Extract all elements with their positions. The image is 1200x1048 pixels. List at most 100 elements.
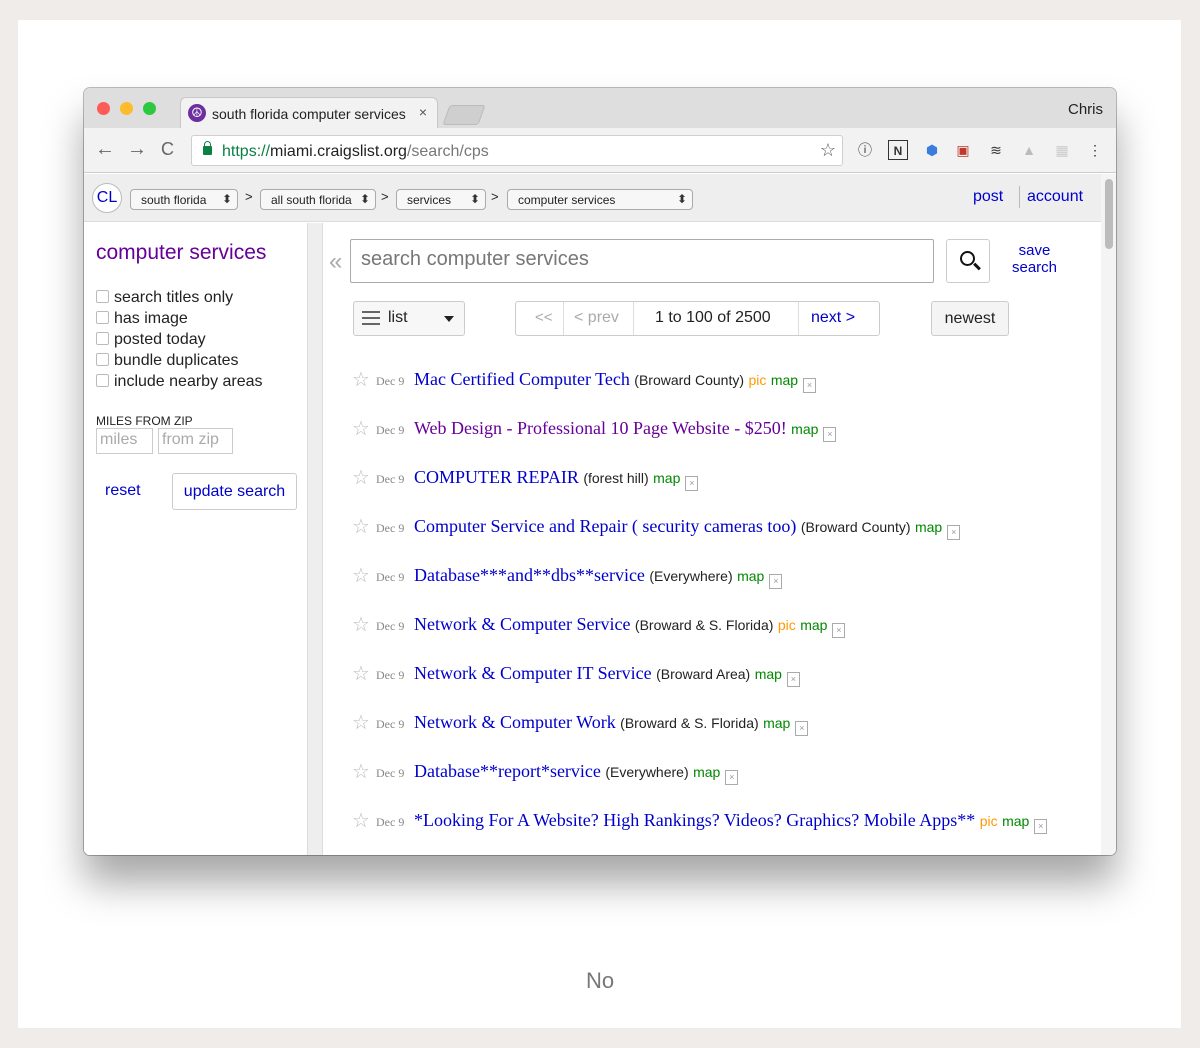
favorite-star-icon[interactable]: ☆ — [352, 418, 370, 440]
hide-listing-icon[interactable]: × — [685, 476, 699, 491]
listing-title-link[interactable]: Database***and**dbs**service — [414, 565, 645, 585]
view-mode-select[interactable]: list — [353, 301, 465, 336]
grid-extension-icon[interactable]: ▦ — [1052, 140, 1072, 160]
listing-title-link[interactable]: *Looking For A Website? High Rankings? V… — [414, 810, 975, 830]
breadcrumb: CL south florida > all south florida > s… — [84, 174, 1101, 222]
map-link[interactable]: map — [800, 617, 827, 633]
favorite-star-icon[interactable]: ☆ — [352, 663, 370, 685]
search-titles-checkbox[interactable]: search titles only — [96, 289, 233, 307]
favorite-star-icon[interactable]: ☆ — [352, 565, 370, 587]
hide-listing-icon[interactable]: × — [769, 574, 783, 589]
area-select[interactable]: south florida — [130, 189, 238, 210]
buffer-extension-icon[interactable]: ≋ — [986, 140, 1006, 160]
map-link[interactable]: map — [737, 568, 764, 584]
listing-body: Network & Computer Work (Broward & S. Fl… — [414, 712, 809, 736]
listing-title-link[interactable]: Computer Service and Repair ( security c… — [414, 516, 796, 536]
posted-today-checkbox[interactable]: posted today — [96, 331, 206, 349]
favorite-star-icon[interactable]: ☆ — [352, 810, 370, 832]
pager-divider — [563, 302, 564, 335]
craigslist-logo[interactable]: CL — [92, 183, 122, 213]
favorite-star-icon[interactable]: ☆ — [352, 761, 370, 783]
map-link[interactable]: map — [771, 372, 798, 388]
search-icon-handle — [973, 262, 981, 271]
favorite-star-icon[interactable]: ☆ — [352, 516, 370, 538]
next-page-button[interactable]: next > — [811, 309, 855, 327]
favorite-star-icon[interactable]: ☆ — [352, 467, 370, 489]
map-link[interactable]: map — [1002, 813, 1029, 829]
hide-listing-icon[interactable]: × — [832, 623, 846, 638]
map-link[interactable]: map — [653, 470, 680, 486]
hide-listing-icon[interactable]: × — [1034, 819, 1048, 834]
listing-location: (Broward County) — [800, 519, 911, 535]
listing-title-link[interactable]: Network & Computer Service — [414, 614, 630, 634]
category-select[interactable]: computer services — [507, 189, 693, 210]
miles-input[interactable]: miles — [96, 428, 153, 454]
listing-title-link[interactable]: Mac Certified Computer Tech — [414, 369, 630, 389]
close-window-button[interactable] — [97, 102, 110, 115]
tab-close-icon[interactable]: × — [419, 104, 427, 120]
scrollbar-thumb[interactable] — [1105, 179, 1113, 249]
new-tab-button[interactable] — [442, 105, 486, 125]
listing-location: (Broward County) — [634, 372, 744, 388]
hide-listing-icon[interactable]: × — [786, 672, 800, 687]
save-search-link[interactable]: save search — [1012, 242, 1057, 276]
browser-tab[interactable]: ☮ south florida computer services × — [180, 97, 438, 128]
sort-newest-button[interactable]: newest — [931, 301, 1009, 336]
zoom-window-button[interactable] — [143, 102, 156, 115]
pdf-extension-icon[interactable]: ▣ — [953, 140, 973, 160]
account-link[interactable]: account — [1027, 188, 1083, 206]
extension-badge-icon[interactable]: ⬢ — [922, 140, 942, 160]
hide-listing-icon[interactable]: × — [947, 525, 961, 540]
notion-extension-icon[interactable]: N — [888, 140, 908, 160]
back-icon[interactable]: ← — [95, 138, 115, 160]
tab-bar: ☮ south florida computer services × Chri… — [84, 88, 1116, 128]
hide-listing-icon[interactable]: × — [725, 770, 739, 785]
info-extension-icon[interactable]: ⓘ — [855, 140, 875, 160]
menu-kebab-icon[interactable]: ⋮ — [1085, 140, 1105, 160]
listing-title-link[interactable]: COMPUTER REPAIR — [414, 467, 579, 487]
reload-icon[interactable]: C — [161, 138, 174, 160]
browser-window: ☮ south florida computer services × Chri… — [84, 88, 1116, 855]
map-link[interactable]: map — [763, 715, 790, 731]
listing-title-link[interactable]: Network & Computer IT Service — [414, 663, 652, 683]
update-search-button[interactable]: update search — [172, 473, 297, 510]
map-link[interactable]: map — [915, 519, 942, 535]
bookmark-star-icon[interactable]: ☆ — [820, 140, 836, 161]
has-image-checkbox[interactable]: has image — [96, 310, 188, 328]
search-input[interactable]: search computer services — [350, 239, 934, 283]
prev-page-button[interactable]: < prev — [574, 309, 619, 327]
listing-title-link[interactable]: Web Design - Professional 10 Page Websit… — [414, 418, 787, 438]
zip-input[interactable]: from zip — [158, 428, 233, 454]
favorite-star-icon[interactable]: ☆ — [352, 712, 370, 734]
subarea-select[interactable]: all south florida — [260, 189, 376, 210]
search-button[interactable] — [946, 239, 990, 283]
map-link[interactable]: map — [693, 764, 720, 780]
bundle-duplicates-checkbox[interactable]: bundle duplicates — [96, 352, 239, 370]
map-link[interactable]: map — [791, 421, 818, 437]
section-select[interactable]: services — [396, 189, 486, 210]
first-page-button[interactable]: << — [535, 309, 553, 326]
favorite-star-icon[interactable]: ☆ — [352, 369, 370, 391]
post-link[interactable]: post — [973, 188, 1003, 206]
hide-listing-icon[interactable]: × — [795, 721, 809, 736]
forward-icon[interactable]: → — [127, 138, 147, 160]
tab-title: south florida computer services — [212, 106, 406, 122]
drive-extension-icon[interactable]: ▲ — [1019, 140, 1039, 160]
hide-listing-icon[interactable]: × — [823, 427, 837, 442]
listing-title-link[interactable]: Database**report*service — [414, 761, 601, 781]
listing-location: (Everywhere) — [649, 568, 733, 584]
listing-title-link[interactable]: Network & Computer Work — [414, 712, 616, 732]
listing-date: Dec 9 — [376, 668, 405, 682]
minimize-window-button[interactable] — [120, 102, 133, 115]
profile-name[interactable]: Chris — [1068, 101, 1103, 118]
reset-link[interactable]: reset — [105, 482, 141, 500]
map-link[interactable]: map — [755, 666, 782, 682]
scrollbar[interactable] — [1101, 174, 1116, 855]
peace-icon: ☮ — [188, 104, 206, 122]
favorite-star-icon[interactable]: ☆ — [352, 614, 370, 636]
collapse-sidebar-icon[interactable]: « — [329, 248, 342, 276]
nearby-areas-checkbox[interactable]: include nearby areas — [96, 373, 263, 391]
listing-date: Dec 9 — [376, 423, 405, 437]
hide-listing-icon[interactable]: × — [803, 378, 817, 393]
url-field[interactable]: https://miami.craigslist.org/search/cps … — [191, 135, 843, 166]
